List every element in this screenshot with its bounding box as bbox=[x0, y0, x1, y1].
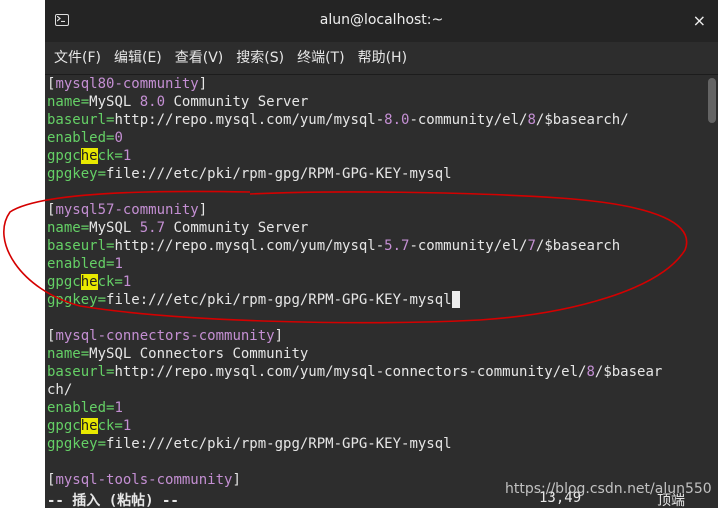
menu-item[interactable]: 帮助(H) bbox=[358, 42, 407, 74]
buffer-line: gpgkey=file:///etc/pki/rpm-gpg/RPM-GPG-K… bbox=[47, 291, 718, 309]
text-segment: he bbox=[80, 274, 98, 290]
text-segment: mysql80-community bbox=[55, 76, 199, 92]
scrollbar[interactable] bbox=[708, 78, 716, 123]
text-segment: baseurl= bbox=[47, 238, 115, 254]
text-segment: -community/el/ bbox=[409, 112, 528, 128]
text-segment: name= bbox=[47, 346, 90, 362]
text-segment: -community/el/ bbox=[409, 238, 528, 254]
text-segment: Community Server bbox=[165, 220, 309, 236]
text-segment: 1 bbox=[122, 418, 132, 434]
text-segment: baseurl= bbox=[47, 112, 115, 128]
text-segment: mysql-connectors-community bbox=[55, 328, 275, 344]
watermark: https://blog.csdn.net/alun550 bbox=[505, 481, 712, 497]
buffer-line bbox=[47, 453, 718, 471]
buffer-line: [mysql80-community] bbox=[47, 75, 718, 93]
text-segment: 7 bbox=[527, 238, 536, 254]
buffer-line bbox=[47, 183, 718, 201]
buffer-line: enabled=1 bbox=[47, 255, 718, 273]
text-segment: ch/ bbox=[47, 382, 73, 398]
text-segment: 1 bbox=[114, 400, 123, 416]
text-segment: mysql-tools-community bbox=[55, 472, 233, 488]
text-segment: 8.0 bbox=[139, 94, 166, 110]
text-segment: gpgkey= bbox=[47, 436, 107, 452]
buffer-line: gpgkey=file:///etc/pki/rpm-gpg/RPM-GPG-K… bbox=[47, 435, 718, 453]
text-segment: ck= bbox=[97, 418, 123, 434]
text-segment: 0 bbox=[114, 130, 123, 146]
text-segment: enabled= bbox=[47, 130, 115, 146]
text-segment: gpgc bbox=[47, 418, 81, 434]
menu-item[interactable]: 终端(T) bbox=[297, 42, 344, 74]
buffer-line: name=MySQL Connectors Community bbox=[47, 345, 718, 363]
text-segment: MySQL bbox=[89, 94, 140, 110]
title-bar: alun@localhost:~ × bbox=[45, 0, 718, 42]
text-segment: MySQL Connectors Community bbox=[89, 346, 309, 362]
text-segment: baseurl= bbox=[47, 364, 115, 380]
text-segment: /$basearch bbox=[535, 238, 621, 254]
text-segment: /$basear bbox=[594, 364, 663, 380]
text-segment: Community Server bbox=[165, 94, 309, 110]
buffer-line: baseurl=http://repo.mysql.com/yum/mysql-… bbox=[47, 111, 718, 129]
text-segment: he bbox=[80, 148, 98, 164]
text-segment: file:///etc/pki/rpm-gpg/RPM-GPG-KEY-mysq… bbox=[106, 436, 452, 452]
text-segment: 8 bbox=[527, 112, 536, 128]
window-title: alun@localhost:~ bbox=[319, 12, 444, 28]
text-segment: gpgc bbox=[47, 148, 81, 164]
text-segment: http://repo.mysql.com/yum/mysql- bbox=[114, 238, 385, 254]
text-segment: ] bbox=[198, 76, 208, 92]
vim-mode-indicator: -- 插入 (粘帖) -- bbox=[47, 493, 179, 508]
text-segment: http://repo.mysql.com/yum/mysql- bbox=[114, 112, 385, 128]
menu-bar: 文件(F) 编辑(E) 查看(V) 搜索(S) 终端(T) 帮助(H) bbox=[45, 42, 718, 75]
text-segment: ] bbox=[232, 472, 241, 488]
text-segment: 8.0 bbox=[384, 112, 410, 128]
text-segment: gpgkey= bbox=[47, 292, 107, 308]
text-segment: MySQL bbox=[89, 220, 140, 236]
text-segment: 1 bbox=[122, 148, 132, 164]
text-segment: ck= bbox=[97, 148, 123, 164]
vim-buffer[interactable]: [mysql80-community] name=MySQL 8.0 Commun… bbox=[45, 75, 718, 489]
menu-item[interactable]: 查看(V) bbox=[175, 42, 224, 74]
menu-item[interactable]: 编辑(E) bbox=[114, 42, 162, 74]
buffer-line: gpgkey=file:///etc/pki/rpm-gpg/RPM-GPG-K… bbox=[47, 165, 718, 183]
buffer-line: [mysql-connectors-community] bbox=[47, 327, 718, 345]
buffer-line: gpgcheck=1 bbox=[47, 147, 718, 165]
buffer-line: [mysql57-community] bbox=[47, 201, 718, 219]
text-segment: gpgkey= bbox=[47, 166, 107, 182]
text-segment: ] bbox=[274, 328, 284, 344]
buffer-line: ch/ bbox=[47, 381, 718, 399]
text-segment: 1 bbox=[122, 274, 132, 290]
text-segment: file:///etc/pki/rpm-gpg/RPM-GPG-KEY-mysq… bbox=[106, 166, 452, 182]
terminal-window: alun@localhost:~ × 文件(F) 编辑(E) 查看(V) 搜索(S) 终… bbox=[45, 0, 718, 508]
text-segment: file:///etc/pki/rpm-gpg/RPM-GPG-KEY-mysq… bbox=[106, 292, 452, 308]
text-segment: gpgc bbox=[47, 274, 81, 290]
buffer-line: name=MySQL 8.0 Community Server bbox=[47, 93, 718, 111]
buffer-line: enabled=1 bbox=[47, 399, 718, 417]
text-segment: ] bbox=[198, 202, 208, 218]
text-segment: 8 bbox=[586, 364, 595, 380]
text-segment: he bbox=[80, 418, 98, 434]
text-segment: 5.7 bbox=[139, 220, 166, 236]
text-segment: ck= bbox=[97, 274, 123, 290]
text-segment: mysql57-community bbox=[55, 202, 199, 218]
buffer-line: gpgcheck=1 bbox=[47, 273, 718, 291]
text-segment: enabled= bbox=[47, 256, 115, 272]
menu-item[interactable]: 搜索(S) bbox=[236, 42, 284, 74]
menu-item[interactable]: 文件(F) bbox=[54, 42, 101, 74]
text-cursor bbox=[451, 291, 460, 308]
text-segment: enabled= bbox=[47, 400, 115, 416]
text-segment: http://repo.mysql.com/yum/mysql-connecto… bbox=[114, 364, 587, 380]
buffer-line: baseurl=http://repo.mysql.com/yum/mysql-… bbox=[47, 237, 718, 255]
buffer-line: name=MySQL 5.7 Community Server bbox=[47, 219, 718, 237]
text-segment: 1 bbox=[114, 256, 123, 272]
buffer-line bbox=[47, 309, 718, 327]
buffer-line: enabled=0 bbox=[47, 129, 718, 147]
buffer-line: baseurl=http://repo.mysql.com/yum/mysql-… bbox=[47, 363, 718, 381]
text-segment: name= bbox=[47, 94, 90, 110]
close-icon[interactable]: × bbox=[693, 11, 706, 30]
text-segment: 5.7 bbox=[384, 238, 410, 254]
text-segment: name= bbox=[47, 220, 90, 236]
text-segment: /$basearch/ bbox=[535, 112, 629, 128]
buffer-line: gpgcheck=1 bbox=[47, 417, 718, 435]
